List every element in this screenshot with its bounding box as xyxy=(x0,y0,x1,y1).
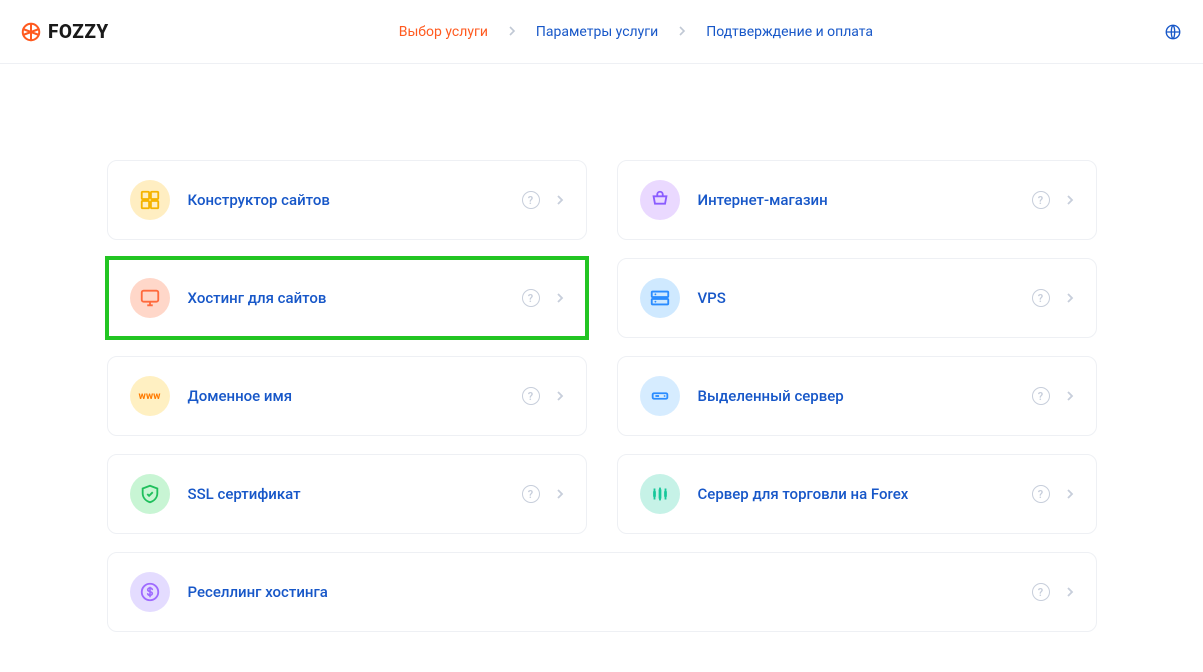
service-card-site-builder[interactable]: Конструктор сайтов? xyxy=(107,160,587,240)
globe-icon[interactable] xyxy=(1163,22,1183,42)
dollar-icon xyxy=(130,572,170,612)
chevron-right-icon xyxy=(556,292,564,304)
logo-mark-icon xyxy=(20,21,42,43)
help-icon[interactable]: ? xyxy=(1032,485,1050,503)
service-card-title: Выделенный сервер xyxy=(698,387,1014,405)
help-icon[interactable]: ? xyxy=(522,191,540,209)
main-content: Конструктор сайтов?Интернет-магазин?Хост… xyxy=(87,64,1117,672)
shield-icon xyxy=(130,474,170,514)
card-actions: ? xyxy=(1032,583,1074,601)
card-actions: ? xyxy=(1032,289,1074,307)
service-card-ssl[interactable]: SSL сертификат? xyxy=(107,454,587,534)
service-card-vps[interactable]: VPS? xyxy=(617,258,1097,338)
service-card-hosting[interactable]: Хостинг для сайтов? xyxy=(107,258,587,338)
chevron-right-icon xyxy=(556,488,564,500)
service-card-title: Реселлинг хостинга xyxy=(188,583,1014,601)
help-icon[interactable]: ? xyxy=(1032,583,1050,601)
candles-icon xyxy=(640,474,680,514)
rack-icon xyxy=(640,376,680,416)
card-actions: ? xyxy=(522,387,564,405)
help-icon[interactable]: ? xyxy=(522,387,540,405)
chevron-right-icon xyxy=(508,25,516,39)
help-icon[interactable]: ? xyxy=(1032,191,1050,209)
chevron-right-icon xyxy=(1066,586,1074,598)
cart-icon xyxy=(640,180,680,220)
header: FOZZY Выбор услуги Параметры услуги Подт… xyxy=(0,0,1203,64)
help-icon[interactable]: ? xyxy=(522,485,540,503)
service-card-title: Доменное имя xyxy=(188,387,504,405)
grid-icon xyxy=(130,180,170,220)
logo-text: FOZZY xyxy=(48,20,109,43)
logo[interactable]: FOZZY xyxy=(20,20,109,43)
service-card-ecommerce[interactable]: Интернет-магазин? xyxy=(617,160,1097,240)
help-icon[interactable]: ? xyxy=(522,289,540,307)
chevron-right-icon xyxy=(1066,292,1074,304)
service-card-domain[interactable]: www Доменное имя? xyxy=(107,356,587,436)
breadcrumb-step-3[interactable]: Подтверждение и оплата xyxy=(706,24,873,40)
breadcrumb-step-1[interactable]: Выбор услуги xyxy=(399,24,488,40)
card-actions: ? xyxy=(1032,387,1074,405)
service-card-title: Интернет-магазин xyxy=(698,191,1014,209)
www-icon: www xyxy=(130,376,170,416)
service-card-title: Конструктор сайтов xyxy=(188,191,504,209)
help-icon[interactable]: ? xyxy=(1032,387,1050,405)
services-grid: Конструктор сайтов?Интернет-магазин?Хост… xyxy=(107,160,1097,632)
card-actions: ? xyxy=(1032,191,1074,209)
server-icon xyxy=(640,278,680,318)
service-card-title: Хостинг для сайтов xyxy=(188,289,504,307)
service-card-title: VPS xyxy=(698,289,1014,307)
breadcrumb-step-2[interactable]: Параметры услуги xyxy=(536,24,658,40)
chevron-right-icon xyxy=(1066,390,1074,402)
chevron-right-icon xyxy=(1066,194,1074,206)
monitor-icon xyxy=(130,278,170,318)
card-actions: ? xyxy=(522,289,564,307)
breadcrumbs: Выбор услуги Параметры услуги Подтвержде… xyxy=(109,24,1163,40)
chevron-right-icon xyxy=(1066,488,1074,500)
chevron-right-icon xyxy=(678,25,686,39)
service-card-forex[interactable]: Сервер для торговли на Forex? xyxy=(617,454,1097,534)
card-actions: ? xyxy=(522,485,564,503)
chevron-right-icon xyxy=(556,194,564,206)
service-card-title: SSL сертификат xyxy=(188,485,504,503)
card-actions: ? xyxy=(522,191,564,209)
help-icon[interactable]: ? xyxy=(1032,289,1050,307)
service-card-dedicated[interactable]: Выделенный сервер? xyxy=(617,356,1097,436)
card-actions: ? xyxy=(1032,485,1074,503)
chevron-right-icon xyxy=(556,390,564,402)
service-card-reselling[interactable]: Реселлинг хостинга? xyxy=(107,552,1097,632)
service-card-title: Сервер для торговли на Forex xyxy=(698,485,1014,503)
